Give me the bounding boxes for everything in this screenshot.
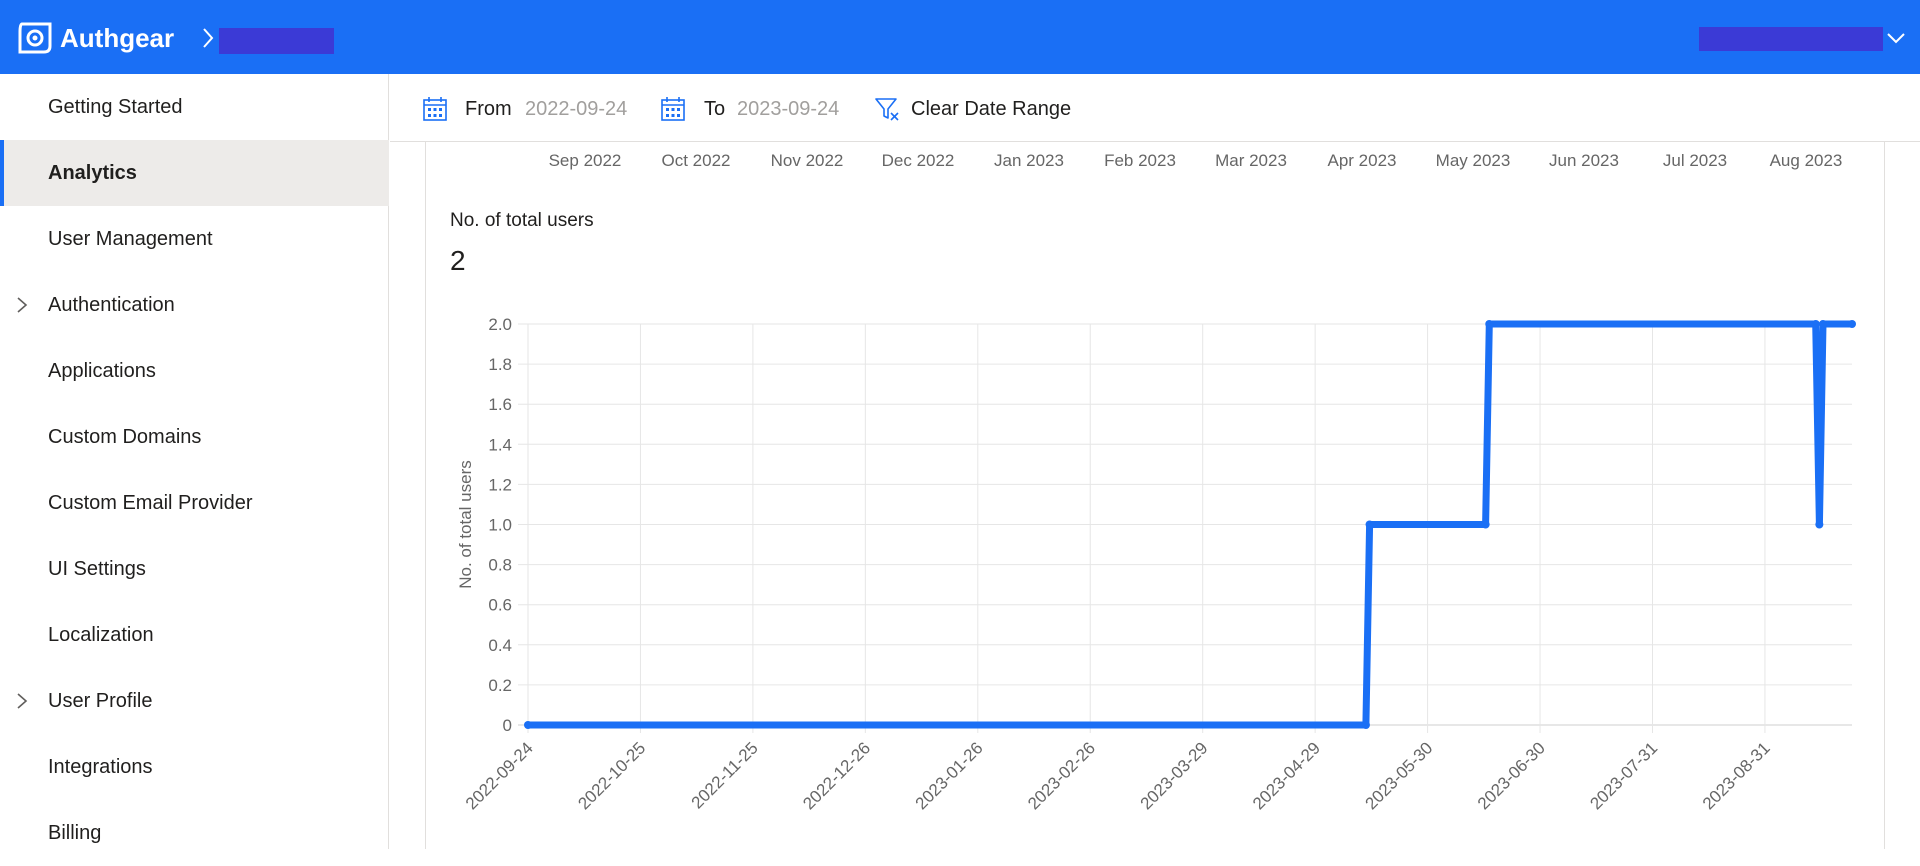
x-tick-label: 2023-06-30 bbox=[1474, 738, 1549, 813]
y-tick-label: 1.4 bbox=[488, 435, 512, 454]
y-tick-label: 1.8 bbox=[488, 355, 512, 374]
data-point[interactable] bbox=[1848, 320, 1856, 328]
y-tick-label: 0.8 bbox=[488, 556, 512, 575]
x-tick-label: 2022-12-26 bbox=[799, 738, 874, 813]
month-tick-label: Jun 2023 bbox=[1549, 151, 1619, 170]
x-tick-label: 2023-05-30 bbox=[1361, 738, 1436, 813]
x-tick-label: 2023-01-26 bbox=[912, 738, 987, 813]
y-tick-label: 1.6 bbox=[488, 395, 512, 414]
x-tick-label: 2022-09-24 bbox=[462, 738, 537, 813]
y-tick-label: 0 bbox=[503, 716, 512, 735]
month-tick-label: Oct 2022 bbox=[662, 151, 731, 170]
data-point[interactable] bbox=[1811, 320, 1820, 328]
month-tick-label: Sep 2022 bbox=[549, 151, 622, 170]
x-tick-label: 2023-04-29 bbox=[1249, 738, 1324, 813]
x-tick-label: 2023-03-29 bbox=[1137, 738, 1212, 813]
x-tick-label: 2023-07-31 bbox=[1586, 738, 1661, 813]
y-tick-label: 0.6 bbox=[488, 596, 512, 615]
y-tick-label: 1.0 bbox=[488, 516, 512, 535]
x-tick-label: 2022-11-25 bbox=[688, 738, 762, 812]
data-point[interactable] bbox=[1365, 520, 1374, 529]
data-point[interactable] bbox=[1818, 320, 1827, 328]
month-tick-label: Aug 2023 bbox=[1770, 151, 1843, 170]
y-tick-label: 0.4 bbox=[488, 636, 512, 655]
month-tick-label: Mar 2023 bbox=[1215, 151, 1287, 170]
data-point[interactable] bbox=[1815, 520, 1824, 529]
total-users-chart: Sep 2022 Oct 2022 Nov 2022 Dec 2022 Jan 2023… bbox=[456, 151, 1856, 813]
y-tick-label: 0.2 bbox=[488, 676, 512, 695]
data-point[interactable] bbox=[1361, 721, 1370, 729]
x-tick-label: 2022-10-25 bbox=[574, 738, 649, 813]
data-point[interactable] bbox=[1485, 320, 1494, 328]
x-tick-label: 2023-08-31 bbox=[1699, 738, 1774, 813]
month-tick-label: Nov 2022 bbox=[771, 151, 844, 170]
month-tick-label: Jan 2023 bbox=[994, 151, 1064, 170]
month-tick-label: Dec 2022 bbox=[882, 151, 955, 170]
y-axis-label: No. of total users bbox=[456, 460, 475, 589]
month-tick-label: May 2023 bbox=[1436, 151, 1511, 170]
month-tick-label: Apr 2023 bbox=[1328, 151, 1397, 170]
month-tick-label: Feb 2023 bbox=[1104, 151, 1176, 170]
x-tick-label: 2023-02-26 bbox=[1024, 738, 1099, 813]
y-tick-label: 2.0 bbox=[488, 315, 512, 334]
y-tick-label: 1.2 bbox=[488, 475, 512, 494]
data-point[interactable] bbox=[1481, 520, 1490, 529]
month-tick-label: Jul 2023 bbox=[1663, 151, 1727, 170]
data-point[interactable] bbox=[524, 721, 532, 729]
